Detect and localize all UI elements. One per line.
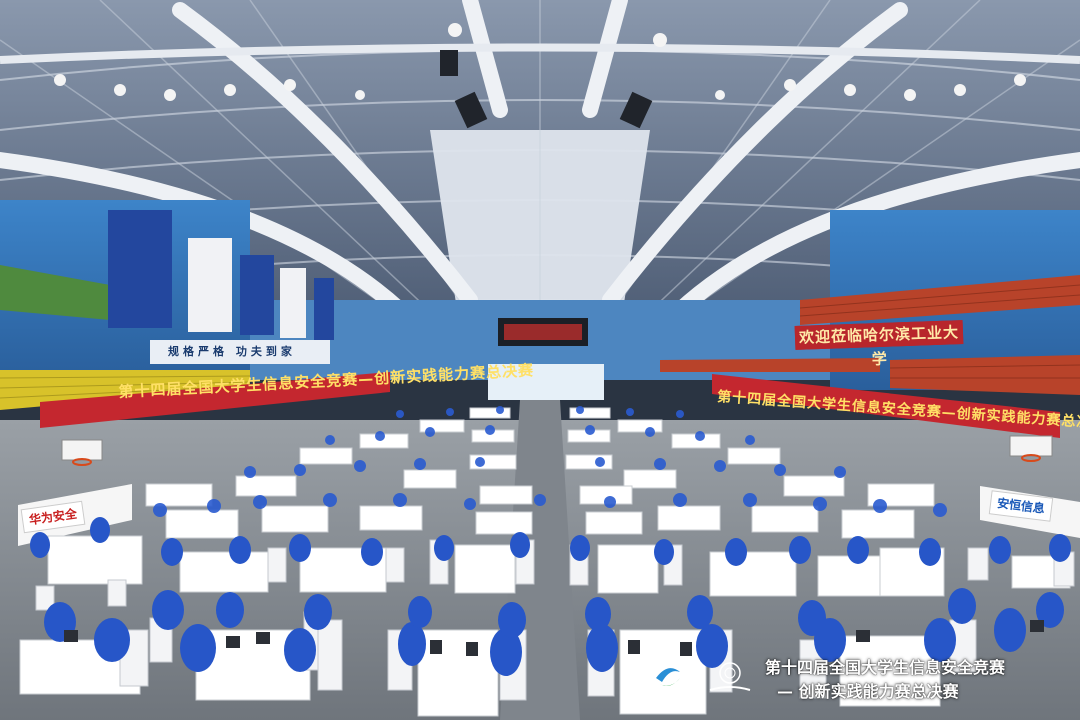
arena-photo xyxy=(0,0,1080,720)
